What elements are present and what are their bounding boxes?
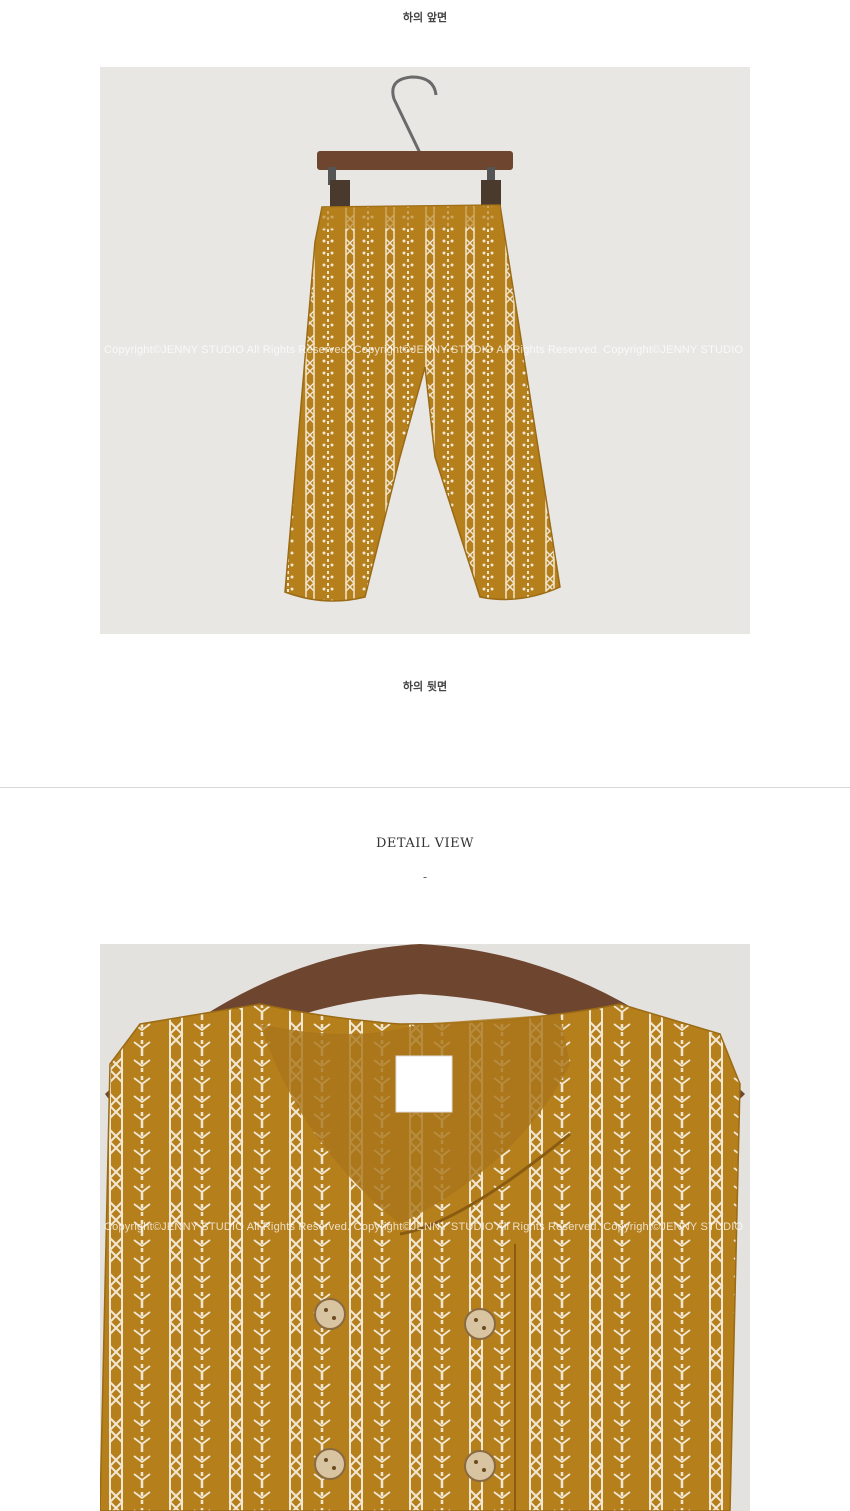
watermark: Copyright©JENNY STUDIO All Rights Reserv… [104,1221,744,1233]
caption-pants-back: 하의 뒷면 [402,680,448,693]
detail-view-dash: - [422,870,428,884]
top-detail-photo: Copyright©JENNY STUDIO All Rights Reserv… [100,944,750,1511]
pants-photo: Copyright©JENNY STUDIO All Rights Reserv… [100,67,750,634]
button-2 [464,1308,496,1340]
button-1 [314,1298,346,1330]
button-4 [464,1450,496,1482]
caption-pants-front: 하의 앞면 [402,11,448,24]
section-divider [0,787,850,788]
watermark: Copyright©JENNY STUDIO All Rights Reserv… [104,344,744,356]
detail-view-title: DETAIL VIEW [375,836,475,851]
button-3 [314,1448,346,1480]
